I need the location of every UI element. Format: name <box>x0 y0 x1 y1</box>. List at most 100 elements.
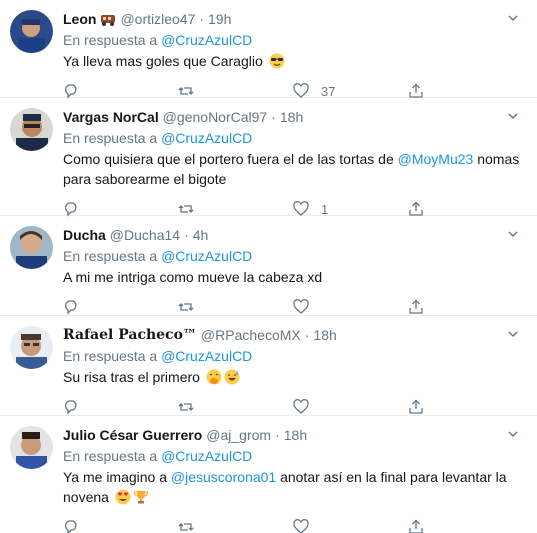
caret-down-icon[interactable] <box>507 328 519 340</box>
like-button[interactable] <box>293 399 408 415</box>
retweet-button[interactable] <box>178 299 293 315</box>
reply-button[interactable] <box>63 399 178 415</box>
timestamp[interactable]: 19h <box>208 11 231 27</box>
like-icon <box>293 201 309 216</box>
author-name[interactable]: Rafael Pacheco™ <box>63 327 197 343</box>
reply-to-mention[interactable]: @CruzAzulCD <box>161 448 252 464</box>
share-button[interactable] <box>408 83 523 99</box>
separator-dot: · <box>199 11 205 27</box>
separator-dot: · <box>271 109 276 125</box>
reply-button[interactable] <box>63 299 178 315</box>
like-icon <box>293 399 309 414</box>
separator-dot: · <box>275 427 280 443</box>
like-button[interactable]: 1 <box>293 201 408 217</box>
caret-down-icon[interactable] <box>507 228 519 240</box>
tweet-text: Como quisiera que el portero fuera el de… <box>63 149 523 189</box>
author-handle[interactable]: @Ducha14 <box>110 227 180 243</box>
train-emoji-icon <box>101 15 116 26</box>
retweet-button[interactable] <box>178 519 293 533</box>
tweet[interactable]: Ducha @Ducha14 · 4h En respuesta a @Cruz… <box>0 216 537 316</box>
reply-prefix: En respuesta a <box>63 130 158 146</box>
author-handle[interactable]: @RPachecoMX <box>201 327 301 343</box>
tweet-text-part: Ya me imagino a <box>63 469 171 485</box>
reply-context: En respuesta a @CruzAzulCD <box>63 347 523 365</box>
author-name[interactable]: Ducha <box>63 227 106 243</box>
timestamp[interactable]: 4h <box>193 227 209 243</box>
reply-button[interactable] <box>63 201 178 217</box>
reply-prefix: En respuesta a <box>63 348 158 364</box>
reply-context: En respuesta a @CruzAzulCD <box>63 31 523 49</box>
share-button[interactable] <box>408 201 523 217</box>
author-name[interactable]: Vargas NorCal <box>63 109 159 125</box>
author-handle[interactable]: @aj_grom <box>206 427 271 443</box>
caret-down-icon[interactable] <box>507 110 519 122</box>
author-handle[interactable]: @ortizleo47 <box>120 11 195 27</box>
share-icon <box>409 519 423 533</box>
reply-icon <box>64 300 77 315</box>
heart-eyes-emoji-icon <box>115 489 131 505</box>
like-button[interactable] <box>293 299 408 315</box>
timestamp[interactable]: 18h <box>280 109 303 125</box>
hand-over-mouth-emoji-icon <box>206 369 222 385</box>
like-count: 1 <box>321 201 329 217</box>
reply-button[interactable] <box>63 83 178 99</box>
share-button[interactable] <box>408 299 523 315</box>
tweet-text: A mi me intriga como mueve la cabeza xd <box>63 267 523 287</box>
avatar[interactable] <box>10 426 53 469</box>
like-icon <box>293 519 309 533</box>
tweet-text-part: Su risa tras el primero <box>63 369 204 385</box>
share-button[interactable] <box>408 519 523 533</box>
reply-button[interactable] <box>63 519 178 533</box>
retweet-button[interactable] <box>178 399 293 415</box>
author-handle[interactable]: @genoNorCal97 <box>163 109 268 125</box>
tweet-text-part: A mi me intriga como mueve la cabeza xd <box>63 269 323 285</box>
caret-down-icon[interactable] <box>507 12 519 24</box>
reply-prefix: En respuesta a <box>63 448 158 464</box>
author-name[interactable]: Julio César Guerrero <box>63 427 202 443</box>
tweet-text-part: Ya lleva mas goles que Caraglio <box>63 53 263 69</box>
tweet-text-part: Como quisiera que el portero fuera el de… <box>63 151 398 167</box>
author-name[interactable]: Leon <box>63 11 96 27</box>
text-mention[interactable]: @MoyMu23 <box>398 151 474 167</box>
avatar[interactable] <box>10 326 53 369</box>
like-button[interactable] <box>293 519 408 533</box>
reply-to-mention[interactable]: @CruzAzulCD <box>161 248 252 264</box>
timestamp[interactable]: 18h <box>313 327 336 343</box>
avatar[interactable] <box>10 108 53 151</box>
sunglasses-face-emoji-icon <box>269 53 285 69</box>
trophy-emoji-icon <box>133 491 148 504</box>
reply-context: En respuesta a @CruzAzulCD <box>63 447 523 465</box>
caret-down-icon[interactable] <box>507 428 519 440</box>
timestamp[interactable]: 18h <box>284 427 307 443</box>
tweet[interactable]: Vargas NorCal @genoNorCal97 · 18h En res… <box>0 98 537 217</box>
reply-context: En respuesta a @CruzAzulCD <box>63 129 523 147</box>
share-button[interactable] <box>408 399 523 415</box>
tweet-actions <box>63 513 523 533</box>
retweet-icon <box>178 523 194 531</box>
tweet[interactable]: Julio César Guerrero @aj_grom · 18h En r… <box>0 416 537 533</box>
separator-dot: · <box>304 327 310 343</box>
retweet-button[interactable] <box>178 83 293 99</box>
avatar[interactable] <box>10 226 53 269</box>
share-icon <box>409 201 423 216</box>
reply-to-mention[interactable]: @CruzAzulCD <box>161 130 252 146</box>
tweet-text: Su risa tras el primero <box>63 367 523 387</box>
reply-context: En respuesta a @CruzAzulCD <box>63 247 523 265</box>
like-count: 37 <box>321 83 336 99</box>
text-mention[interactable]: @jesuscorona01 <box>171 469 276 485</box>
reply-to-mention[interactable]: @CruzAzulCD <box>161 348 252 364</box>
reply-icon <box>64 84 77 99</box>
reply-to-mention[interactable]: @CruzAzulCD <box>161 32 252 48</box>
avatar[interactable] <box>10 10 53 53</box>
share-icon <box>409 83 423 98</box>
tweet-text: Ya me imagino a @jesuscorona01 anotar as… <box>63 467 523 507</box>
tweet[interactable]: Leon @ortizleo47 · 19h En respuesta a @C… <box>0 0 537 99</box>
separator-dot: · <box>184 227 189 243</box>
retweet-button[interactable] <box>178 201 293 217</box>
like-button[interactable]: 37 <box>293 83 408 99</box>
reply-prefix: En respuesta a <box>63 248 158 264</box>
reply-prefix: En respuesta a <box>63 32 158 48</box>
share-icon <box>409 399 423 414</box>
tweet[interactable]: Rafael Pacheco™ @RPachecoMX · 18h En res… <box>0 316 537 416</box>
reply-icon <box>64 400 77 415</box>
